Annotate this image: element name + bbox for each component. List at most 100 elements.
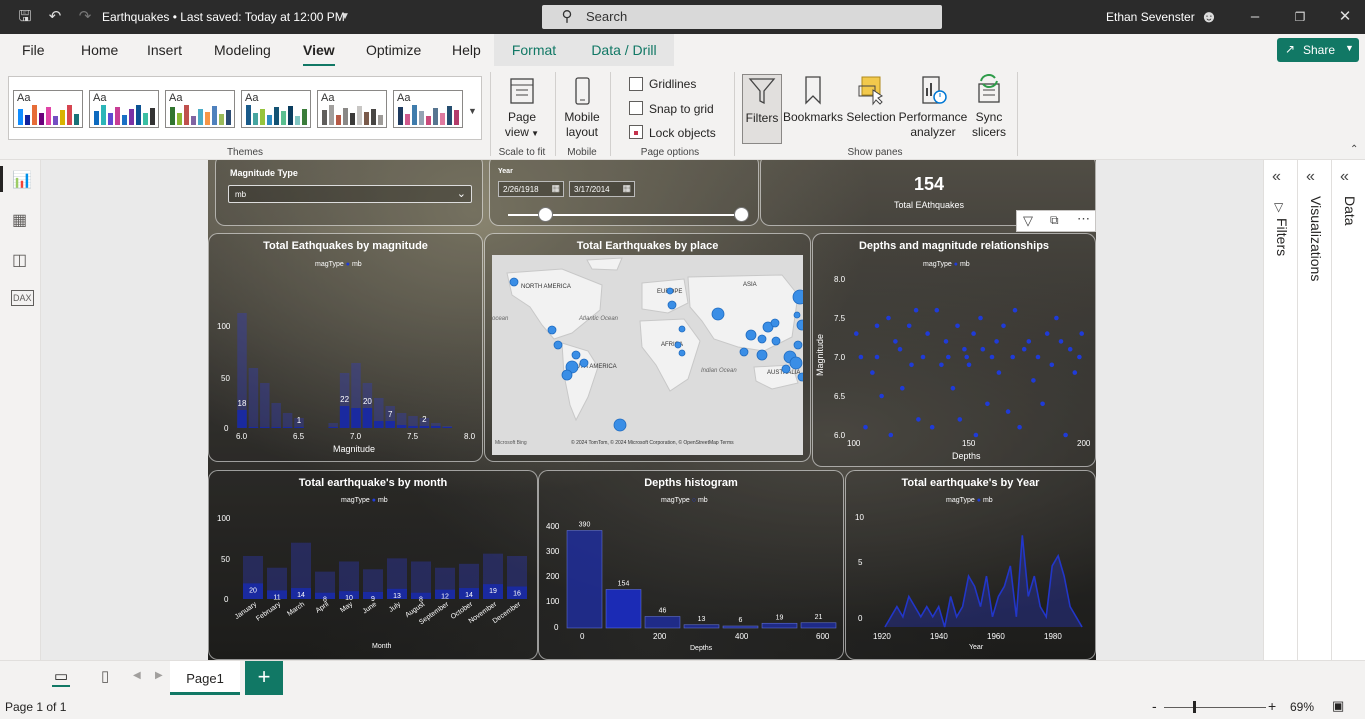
magnitude-chart[interactable]: Total Eathquakes by magnitude magType ● … (208, 233, 483, 462)
sync-label1: Sync (975, 110, 1003, 124)
selection-label: Selection (846, 110, 896, 124)
menu-home[interactable]: Home (81, 42, 118, 58)
theme-option-2[interactable]: Aa (89, 90, 159, 128)
selection-pane-button[interactable]: Selection (845, 74, 897, 125)
prev-page-icon[interactable]: ◀ (133, 670, 141, 681)
earthquake-bubble (561, 369, 573, 381)
menu-insert[interactable]: Insert (147, 42, 182, 58)
dax-query-icon[interactable]: DAX (11, 290, 34, 306)
search-box[interactable]: ⚲ Search (542, 5, 942, 29)
visualizations-pane[interactable]: « Visualizations (1297, 160, 1331, 660)
share-button[interactable]: ↗ Share ▼ (1277, 38, 1359, 62)
filters-pane-button[interactable]: Filters (742, 74, 782, 144)
bookmarks-pane-button[interactable]: Bookmarks (783, 74, 843, 125)
next-page-icon[interactable]: ▶ (155, 670, 163, 681)
share-icon: ↗ (1285, 42, 1296, 56)
ribbon: Aa Aa Aa Aa Aa Aa ▼ Themes Page view ▼ S… (0, 66, 1365, 160)
minimize-icon[interactable]: – (1246, 8, 1264, 26)
filter-icon[interactable]: ▽ (1023, 213, 1033, 229)
year-slider-end-handle[interactable] (734, 207, 749, 222)
data-pane[interactable]: « Data (1331, 160, 1365, 660)
gridlines-checkbox[interactable] (629, 77, 643, 91)
month-chart[interactable]: Total earthquake's by month magType ● mb… (208, 470, 538, 660)
table-view-icon[interactable]: ▦ (12, 210, 27, 230)
share-label: Share (1303, 43, 1336, 57)
chevron-down-icon: ▼ (528, 129, 540, 138)
theme-option-1[interactable]: Aa (13, 90, 83, 128)
depth-magnitude-scatter[interactable]: Depths and magnitude relationships magTy… (812, 233, 1096, 467)
restore-icon[interactable]: ❐ (1291, 8, 1309, 26)
menu-optimize[interactable]: Optimize (366, 42, 421, 58)
mobile-group-label: Mobile (567, 147, 597, 158)
theme-option-5[interactable]: Aa (317, 90, 387, 128)
expand-chevron-icon[interactable]: « (1272, 168, 1281, 186)
tab-format[interactable]: Format (494, 34, 574, 66)
magnitude-type-slicer[interactable]: Magnitude Type mb ⌄ (215, 160, 483, 226)
save-icon[interactable]: 🖫 (16, 8, 34, 26)
start-date-input[interactable]: 2/26/1918 ▦ (498, 181, 564, 197)
mobile-layout-button[interactable]: Mobile layout (560, 76, 604, 140)
gallery-more-icon[interactable]: ▼ (468, 106, 477, 116)
kpi-value: 154 (913, 174, 945, 194)
menu-help[interactable]: Help (452, 42, 481, 58)
lock-objects-checkbox[interactable] (629, 125, 643, 139)
theme-option-3[interactable]: Aa (165, 90, 235, 128)
scatter-point (1017, 424, 1022, 430)
end-date-input[interactable]: 3/17/2014 ▦ (569, 181, 635, 197)
histogram-plot: 390 154 46 13 6 19 21 (566, 522, 837, 629)
depth-histogram[interactable]: Depths histogram magType ○ mb 390 154 46 13… (538, 470, 844, 660)
data-label: 20 (363, 397, 372, 406)
model-view-icon[interactable]: ◫ (12, 250, 27, 270)
year-chart[interactable]: Total earthquake's by Year magType ● mb … (845, 470, 1096, 660)
zoom-in-icon[interactable]: + (1268, 698, 1276, 714)
x-tick: 1980 (1044, 632, 1062, 641)
theme-glyph: Aa (93, 92, 107, 104)
snap-to-grid-checkbox[interactable] (629, 101, 643, 115)
tab-data-drill[interactable]: Data / Drill (574, 34, 674, 66)
magnitude-bar (385, 421, 395, 428)
theme-option-4[interactable]: Aa (241, 90, 311, 128)
magnitude-bar-background (260, 383, 270, 428)
zoom-out-icon[interactable]: - (1152, 698, 1157, 714)
fit-to-page-icon[interactable]: ▣ (1332, 698, 1344, 714)
avatar-icon[interactable]: ☻ (1200, 8, 1218, 26)
scatter-point (934, 307, 940, 313)
redo-icon[interactable]: ↷ (76, 8, 94, 26)
add-page-button[interactable]: + (245, 661, 283, 695)
y-tick: 0 (554, 623, 559, 632)
page-view-button[interactable]: Page view ▼ (500, 76, 544, 141)
report-view-icon[interactable]: 📊 (12, 170, 32, 190)
expand-chevron-icon[interactable]: « (1306, 168, 1315, 186)
mobile-layout-icon[interactable]: ▯ (101, 667, 109, 685)
undo-icon[interactable]: ↶ (46, 8, 64, 26)
data-label: 19 (489, 588, 497, 595)
close-icon[interactable]: ✕ (1336, 8, 1354, 26)
filters-pane[interactable]: « ▽ Filters (1263, 160, 1297, 660)
scatter-point (1035, 354, 1041, 360)
sync-slicers-button[interactable]: Sync slicers (968, 74, 1010, 140)
magnitude-type-dropdown[interactable]: mb ⌄ (228, 185, 472, 203)
earthquake-bubble (509, 277, 519, 287)
collapse-ribbon-icon[interactable]: ⌃ (1350, 144, 1358, 155)
year-slider-start-handle[interactable] (538, 207, 553, 222)
y-tick: 50 (221, 374, 230, 383)
scatter-point (897, 346, 903, 352)
menu-modeling[interactable]: Modeling (214, 42, 271, 58)
y-tick: 6.0 (834, 431, 846, 440)
theme-option-6[interactable]: Aa (393, 90, 463, 128)
tab-page1[interactable]: Page1 (170, 661, 240, 695)
earthquake-bubble (796, 319, 803, 331)
desktop-layout-icon[interactable]: ▭ (52, 667, 71, 687)
title-dropdown-icon[interactable]: ▼ (336, 8, 354, 26)
earthquake-map[interactable]: Total Earthquakes by place NORTH AMERICA… (484, 233, 811, 462)
menu-file[interactable]: File (22, 42, 45, 58)
expand-chevron-icon[interactable]: « (1340, 168, 1349, 186)
focus-mode-icon[interactable]: ⧉ (1050, 213, 1059, 228)
user-name[interactable]: Ethan Sevenster (1106, 10, 1195, 24)
menu-view[interactable]: View (303, 42, 335, 67)
zoom-slider-handle[interactable] (1193, 701, 1196, 713)
more-options-icon[interactable]: ⋯ (1077, 211, 1090, 227)
performance-analyzer-button[interactable]: Performance analyzer (898, 74, 968, 140)
scatter-point (916, 417, 921, 422)
scatter-point (994, 339, 999, 344)
